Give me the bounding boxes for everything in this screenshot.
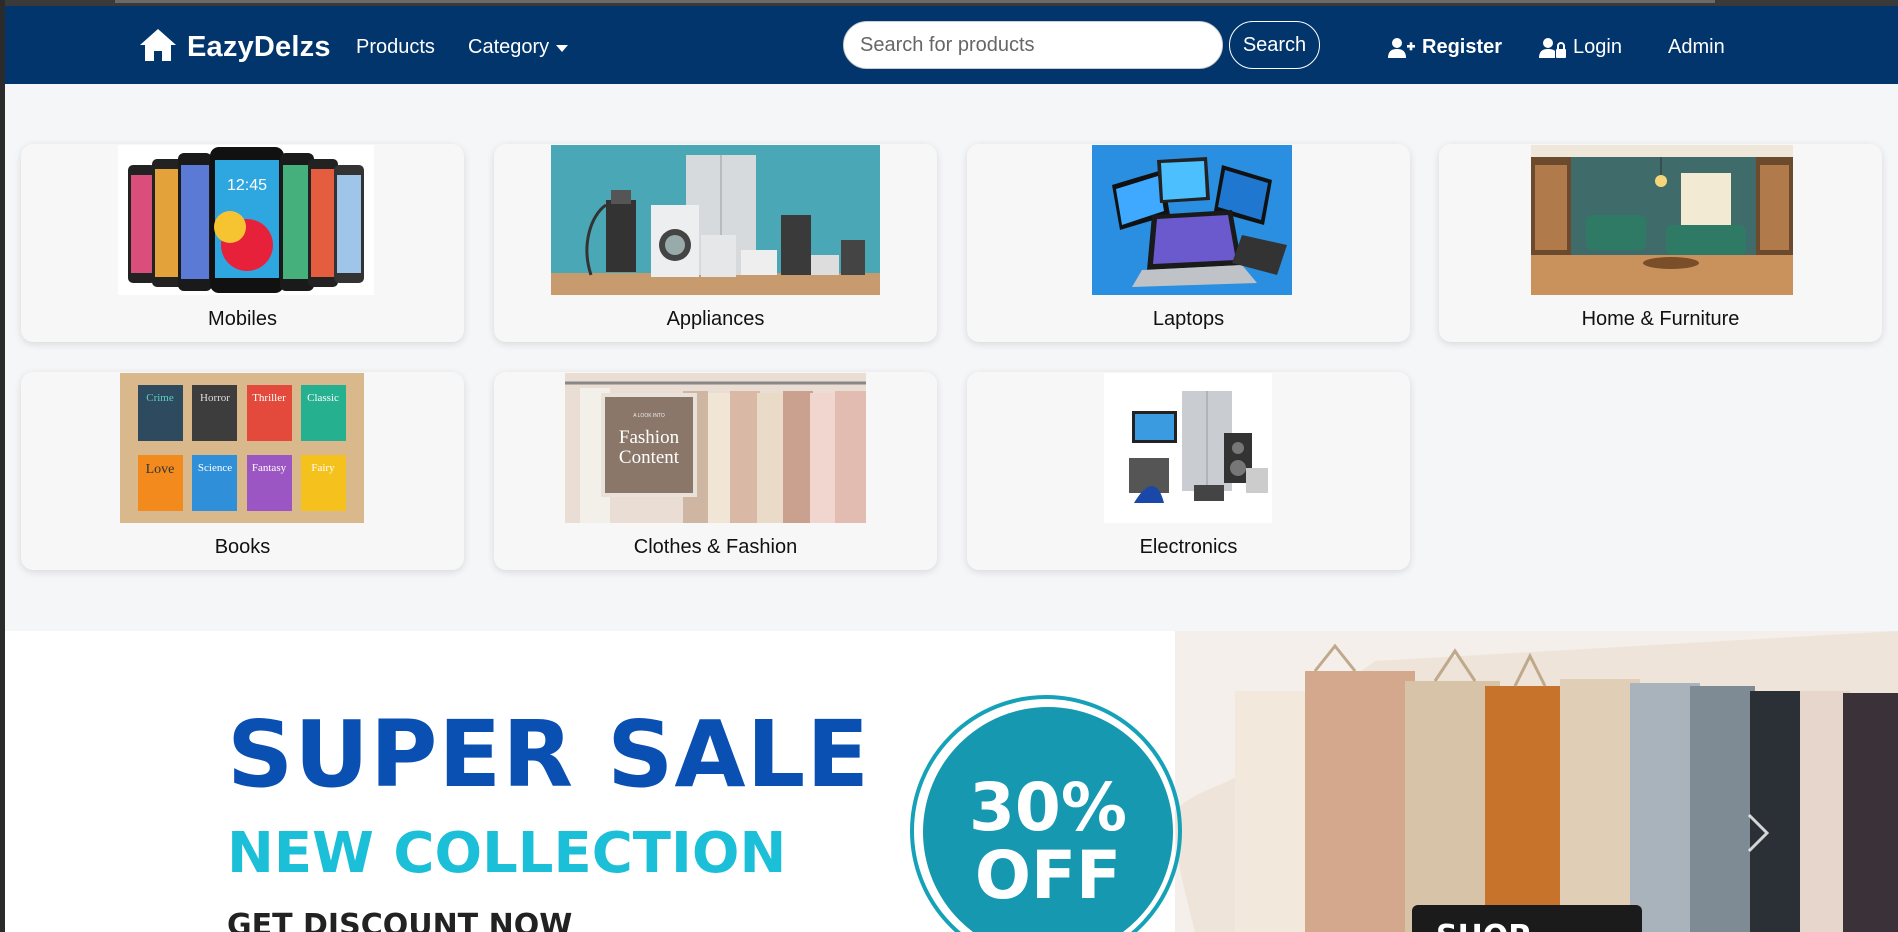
search-input[interactable] [843,21,1223,69]
nav-category-label: Category [468,36,550,58]
banner-title: SUPER SALE [227,701,871,808]
nav-register-label: Register [1422,36,1503,58]
category-card-laptops[interactable]: Laptops [967,144,1410,342]
book-tile-text: Fantasy [252,462,287,474]
appliances-image [551,145,880,295]
category-label: Laptops [1152,308,1225,330]
book-tile-text: Fairy [311,462,335,474]
discount-badge-off: OFF [974,837,1122,914]
book-tile-text: Thriller [252,392,286,404]
caret-down-icon [556,45,569,52]
nav-login-label: Login [1573,36,1622,58]
category-card-electronics[interactable]: Electronics [967,372,1410,570]
nav-admin[interactable]: Admin [1668,36,1725,59]
category-label: Home & Furniture [1581,308,1740,330]
banner-cta-text: GET DISCOUNT NOW [227,908,573,932]
book-tile-text: Science [198,462,232,474]
category-card-clothes-fashion[interactable]: A LOOK INTO Fashion Content Clothes & Fa… [494,372,937,570]
category-card-home-furniture[interactable]: Home & Furniture [1439,144,1882,342]
promo-banner-carousel[interactable]: SUPER SALE NEW COLLECTION GET DISCOUNT N… [5,631,1898,932]
category-card-mobiles[interactable]: 12:45 Mobiles [21,144,464,342]
brand-link[interactable]: EazyDelzs [139,28,331,67]
category-label: Electronics [1139,536,1238,558]
book-tile-text: Classic [307,392,339,404]
category-card-appliances[interactable]: Appliances [494,144,937,342]
clothes-fashion-image: A LOOK INTO Fashion Content [565,373,866,523]
book-tile-text: Love [146,462,175,477]
nav-products[interactable]: Products [356,36,435,59]
svg-text:12:45: 12:45 [227,177,267,194]
brand-name: EazyDelzs [187,31,331,63]
home-icon [139,28,177,67]
nav-register[interactable]: Register [1388,36,1502,59]
category-card-books[interactable]: Crime Horror Thriller Classic Love Scien… [21,372,464,570]
navbar: EazyDelzs Products Category Search Regis… [5,6,1898,84]
fashion-sign-line1: Fashion [619,427,680,448]
browser-window: EazyDelzs Products Category Search Regis… [5,0,1898,932]
nav-login[interactable]: Login [1539,36,1622,59]
mobiles-image: 12:45 [118,145,374,295]
book-tile-text: Crime [146,392,174,404]
discount-badge-value: 30% [969,769,1127,846]
chevron-right-icon[interactable] [1741,803,1777,863]
category-label: Appliances [666,308,765,330]
category-label: Mobiles [208,308,277,330]
user-lock-icon [1539,37,1567,59]
fashion-sign-small: A LOOK INTO [633,413,665,419]
user-plus-icon [1388,37,1416,59]
clothing-rack-image [1175,631,1898,932]
category-label: Books [214,536,271,558]
category-label: Clothes & Fashion [633,536,798,558]
fashion-sign-line2: Content [619,447,680,468]
book-tile-text: Horror [200,392,230,404]
nav-category-dropdown[interactable]: Category [468,36,569,59]
banner-subtitle: NEW COLLECTION [227,821,787,886]
electronics-image [1104,373,1272,523]
home-furniture-image [1531,145,1793,295]
shop-now-button[interactable]: SHOP NOW [1412,905,1642,932]
laptops-image [1092,145,1292,295]
search-button[interactable]: Search [1229,21,1320,69]
books-image: Crime Horror Thriller Classic Love Scien… [120,373,364,523]
